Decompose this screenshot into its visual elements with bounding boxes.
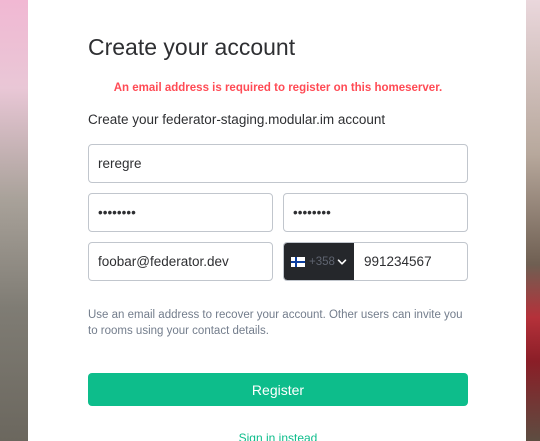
- username-field[interactable]: [88, 144, 468, 183]
- server-subtitle: Create your federator-staging.modular.im…: [88, 112, 386, 127]
- page-title: Create your account: [88, 34, 296, 60]
- background-right: [526, 0, 540, 441]
- error-message: An email address is required to register…: [113, 82, 443, 94]
- help-text: Use an email address to recover your acc…: [88, 309, 463, 337]
- register-button[interactable]: Register: [88, 373, 468, 406]
- sign-in-link[interactable]: Sign in instead: [88, 431, 468, 441]
- country-prefix: +358: [309, 255, 335, 268]
- finland-flag-icon: [291, 256, 305, 267]
- confirm-password-input[interactable]: [284, 194, 467, 231]
- chevron-down-icon: [337, 258, 347, 265]
- email-input[interactable]: [89, 243, 272, 280]
- password-input[interactable]: [89, 194, 272, 231]
- phone-number-input[interactable]: [355, 243, 467, 280]
- password-field[interactable]: [88, 193, 273, 232]
- confirm-password-field[interactable]: [283, 193, 468, 232]
- background-left: [0, 0, 30, 441]
- username-input[interactable]: [89, 145, 467, 182]
- email-field[interactable]: [88, 242, 273, 281]
- country-code-dropdown[interactable]: +358: [284, 243, 354, 280]
- phone-number-field[interactable]: [355, 243, 467, 280]
- phone-field: +358: [283, 242, 468, 281]
